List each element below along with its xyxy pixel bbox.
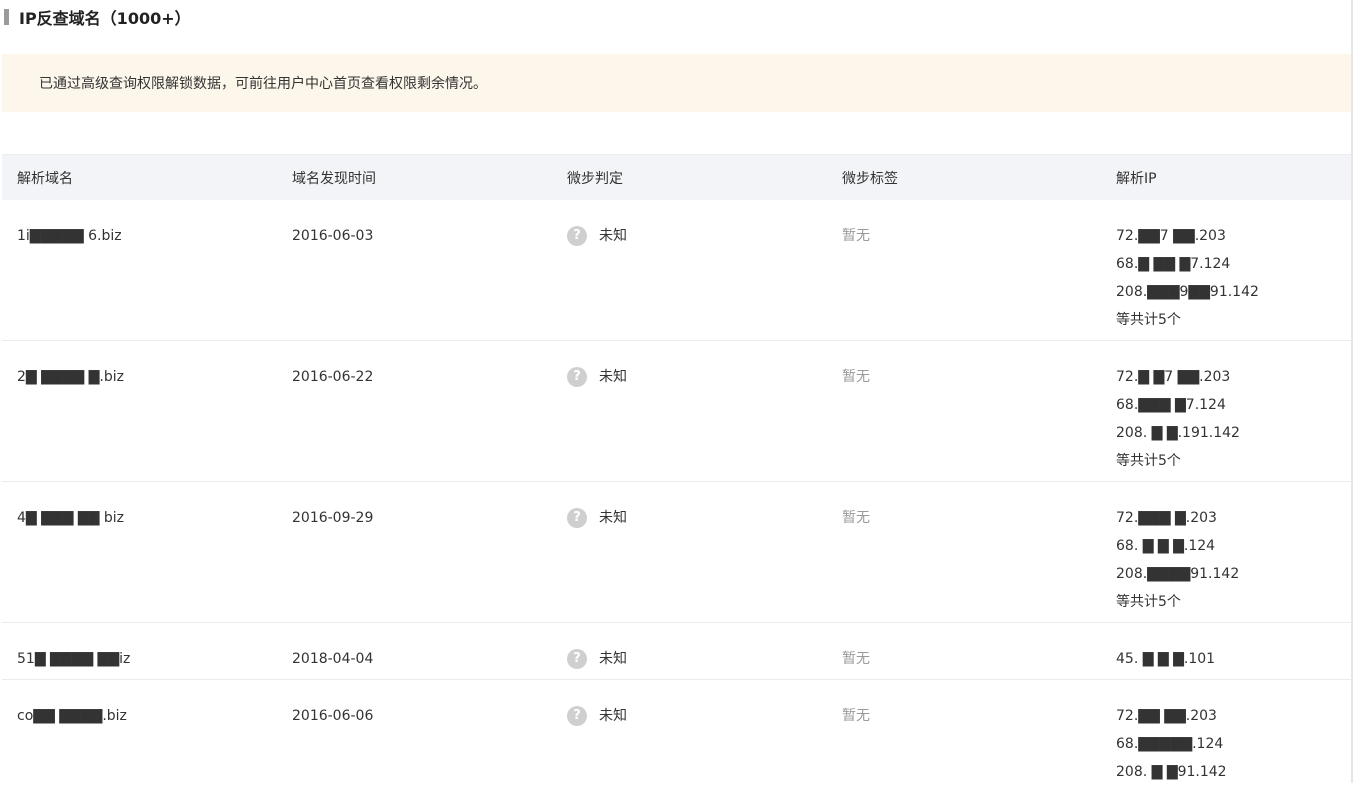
ip-link[interactable]: 72.▇▇ ▇▇.203 — [1116, 702, 1227, 730]
tag-text: 暂无 — [842, 708, 870, 724]
ip-list: 72.▇ ▇7 ▇▇.203 68.▇▇▇ ▇7.124 208. ▇ ▇.19… — [1116, 363, 1240, 475]
ip-link[interactable]: 208.▇▇▇9▇▇91.142 — [1116, 278, 1259, 306]
discovery-date: 2016-06-06 — [292, 708, 374, 724]
table-row: 4▇ ▇▇▇ ▇▇ biz 2016-09-29 ? 未知 暂无 72.▇▇▇ … — [2, 482, 1351, 623]
notice-banner: 已通过高级查询权限解锁数据，可前往用户中心首页查看权限剩余情况。 — [2, 54, 1351, 112]
ip-link[interactable]: 208.▇▇▇▇91.142 — [1116, 560, 1239, 588]
tag-text: 暂无 — [842, 369, 870, 385]
domain-link[interactable]: 1i▇▇▇▇▇ 6.biz — [17, 222, 122, 250]
ip-list: 45. ▇ ▇ ▇.101 — [1116, 645, 1215, 673]
judgement-text: 未知 — [599, 228, 627, 244]
col-header-date: 域名发现时间 — [292, 170, 376, 187]
discovery-date: 2016-06-03 — [292, 228, 374, 244]
discovery-date: 2018-04-04 — [292, 651, 374, 667]
ip-link[interactable]: 68.▇▇▇ ▇7.124 — [1116, 391, 1240, 419]
ip-link[interactable]: 208. ▇ ▇91.142 — [1116, 758, 1227, 786]
ip-more-link[interactable]: 等共计5个 — [1116, 588, 1239, 616]
ip-more-link[interactable]: 等共计5个 — [1116, 306, 1259, 334]
judgement-text: 未知 — [599, 708, 627, 724]
tag-text: 暂无 — [842, 510, 870, 526]
judgement-cell: ? 未知 — [567, 363, 627, 391]
ip-link[interactable]: 72.▇▇▇ ▇.203 — [1116, 504, 1239, 532]
ip-link[interactable]: 45. ▇ ▇ ▇.101 — [1116, 645, 1215, 673]
ip-link[interactable]: 72.▇▇7 ▇▇.203 — [1116, 222, 1259, 250]
section-header: IP反查域名（1000+） — [0, 4, 191, 30]
domain-link[interactable]: 51▇ ▇▇▇▇ ▇▇iz — [17, 645, 130, 673]
ip-link[interactable]: 68.▇▇▇▇▇.124 — [1116, 730, 1227, 758]
discovery-date: 2016-09-29 — [292, 510, 374, 526]
judgement-cell: ? 未知 — [567, 222, 627, 250]
judgement-text: 未知 — [599, 510, 627, 526]
title-accent-bar — [4, 9, 9, 25]
col-header-judgement: 微步判定 — [567, 170, 623, 187]
ip-list: 72.▇▇▇ ▇.203 68. ▇ ▇ ▇.124 208.▇▇▇▇91.14… — [1116, 504, 1239, 616]
judgement-text: 未知 — [599, 651, 627, 667]
question-circle-icon: ? — [567, 706, 587, 726]
ip-link[interactable]: 68. ▇ ▇ ▇.124 — [1116, 532, 1239, 560]
notice-text: 已通过高级查询权限解锁数据，可前往用户中心首页查看权限剩余情况。 — [39, 76, 487, 92]
domain-link[interactable]: 4▇ ▇▇▇ ▇▇ biz — [17, 504, 124, 532]
domain-table: 解析域名 域名发现时间 微步判定 微步标签 解析IP 1i▇▇▇▇▇ 6.biz… — [2, 154, 1351, 800]
col-header-domain: 解析域名 — [17, 170, 73, 187]
table-row: 2▇ ▇▇▇▇ ▇.biz 2016-06-22 ? 未知 暂无 72.▇ ▇7… — [2, 341, 1351, 482]
discovery-date: 2016-06-22 — [292, 369, 374, 385]
col-header-ip: 解析IP — [1116, 170, 1157, 187]
ip-list: 72.▇▇ ▇▇.203 68.▇▇▇▇▇.124 208. ▇ ▇91.142 — [1116, 702, 1227, 786]
table-row: co▇▇ ▇▇▇▇.biz 2016-06-06 ? 未知 暂无 72.▇▇ ▇… — [2, 680, 1351, 800]
ip-link[interactable]: 72.▇ ▇7 ▇▇.203 — [1116, 363, 1240, 391]
table-header: 解析域名 域名发现时间 微步判定 微步标签 解析IP — [2, 154, 1351, 200]
question-circle-icon: ? — [567, 226, 587, 246]
tag-text: 暂无 — [842, 228, 870, 244]
ip-more-link[interactable]: 等共计5个 — [1116, 447, 1240, 475]
section-title: IP反查域名（1000+） — [19, 9, 191, 28]
judgement-text: 未知 — [599, 369, 627, 385]
ip-link[interactable]: 208. ▇ ▇.191.142 — [1116, 419, 1240, 447]
tag-text: 暂无 — [842, 651, 870, 667]
ip-list: 72.▇▇7 ▇▇.203 68.▇ ▇▇ ▇7.124 208.▇▇▇9▇▇9… — [1116, 222, 1259, 334]
question-circle-icon: ? — [567, 367, 587, 387]
table-row: 51▇ ▇▇▇▇ ▇▇iz 2018-04-04 ? 未知 暂无 45. ▇ ▇… — [2, 623, 1351, 680]
table-row: 1i▇▇▇▇▇ 6.biz 2016-06-03 ? 未知 暂无 72.▇▇7 … — [2, 200, 1351, 341]
judgement-cell: ? 未知 — [567, 645, 627, 673]
domain-link[interactable]: 2▇ ▇▇▇▇ ▇.biz — [17, 363, 124, 391]
domain-link[interactable]: co▇▇ ▇▇▇▇.biz — [17, 702, 127, 730]
col-header-tag: 微步标签 — [842, 170, 898, 187]
judgement-cell: ? 未知 — [567, 504, 627, 532]
ip-link[interactable]: 68.▇ ▇▇ ▇7.124 — [1116, 250, 1259, 278]
judgement-cell: ? 未知 — [567, 702, 627, 730]
question-circle-icon: ? — [567, 649, 587, 669]
question-circle-icon: ? — [567, 508, 587, 528]
